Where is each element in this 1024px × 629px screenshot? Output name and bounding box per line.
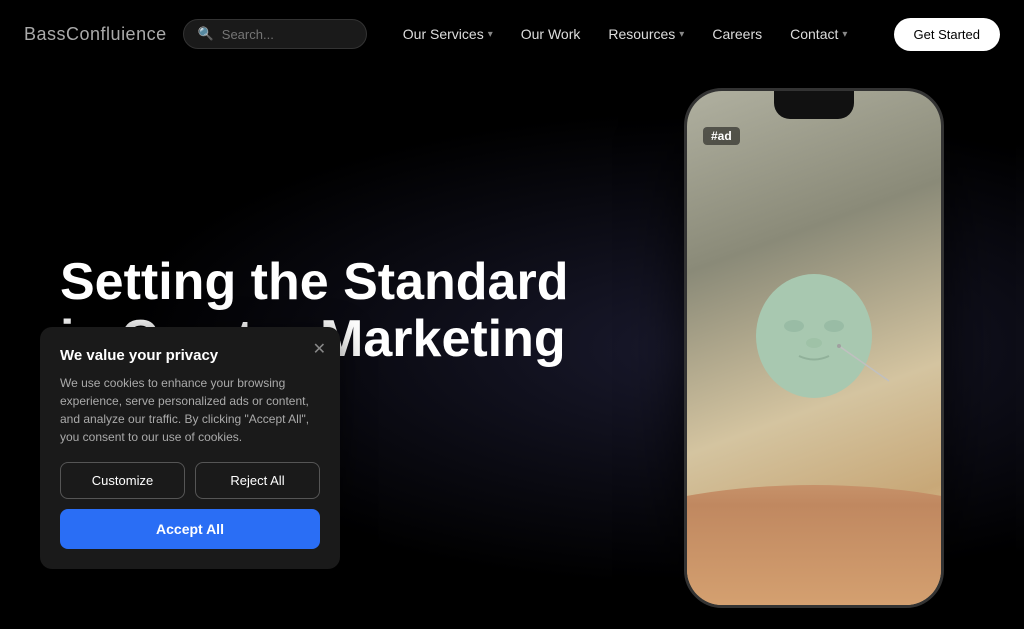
- contact-chevron-icon: ▾: [842, 29, 847, 40]
- search-input[interactable]: [222, 27, 352, 42]
- get-started-button[interactable]: Get Started: [894, 18, 1000, 51]
- phone-mockup: #ad: [684, 88, 944, 608]
- ad-badge: #ad: [703, 127, 740, 145]
- cookie-body-text: We use cookies to enhance your browsing …: [60, 374, 320, 446]
- site-logo[interactable]: BassConfluience: [24, 24, 167, 45]
- phone-hand: [687, 405, 941, 605]
- resources-chevron-icon: ▾: [679, 29, 684, 40]
- nav-item-careers[interactable]: Careers: [700, 18, 774, 50]
- cookie-close-button[interactable]: ✕: [313, 339, 326, 359]
- logo-main: Confluience: [66, 24, 167, 44]
- cookie-secondary-buttons: Customize Reject All: [60, 462, 320, 499]
- search-icon: 🔍: [198, 26, 214, 42]
- nav-item-resources[interactable]: Resources ▾: [596, 18, 696, 50]
- nav-links: Our Services ▾ Our Work Resources ▾ Care…: [391, 18, 894, 50]
- nav-item-contact[interactable]: Contact ▾: [778, 18, 859, 50]
- hero-section: Setting the Standard in Creator Marketin…: [0, 68, 1024, 629]
- clay-face-image: [734, 271, 894, 411]
- search-bar[interactable]: 🔍: [183, 19, 367, 49]
- nav-item-ourwork[interactable]: Our Work: [509, 18, 593, 50]
- customize-button[interactable]: Customize: [60, 462, 185, 499]
- phone-notch: [774, 91, 854, 119]
- phone-frame: #ad: [684, 88, 944, 608]
- navbar: BassConfluience 🔍 Our Services ▾ Our Wor…: [0, 0, 1024, 68]
- reject-all-button[interactable]: Reject All: [195, 462, 320, 499]
- cookie-title: We value your privacy: [60, 347, 320, 364]
- cookie-consent-modal: ✕ We value your privacy We use cookies t…: [40, 327, 340, 569]
- logo-prefix: Bass: [24, 24, 66, 44]
- accept-all-button[interactable]: Accept All: [60, 509, 320, 549]
- nav-item-services[interactable]: Our Services ▾: [391, 18, 505, 50]
- phone-video: #ad: [687, 91, 941, 605]
- services-chevron-icon: ▾: [488, 29, 493, 40]
